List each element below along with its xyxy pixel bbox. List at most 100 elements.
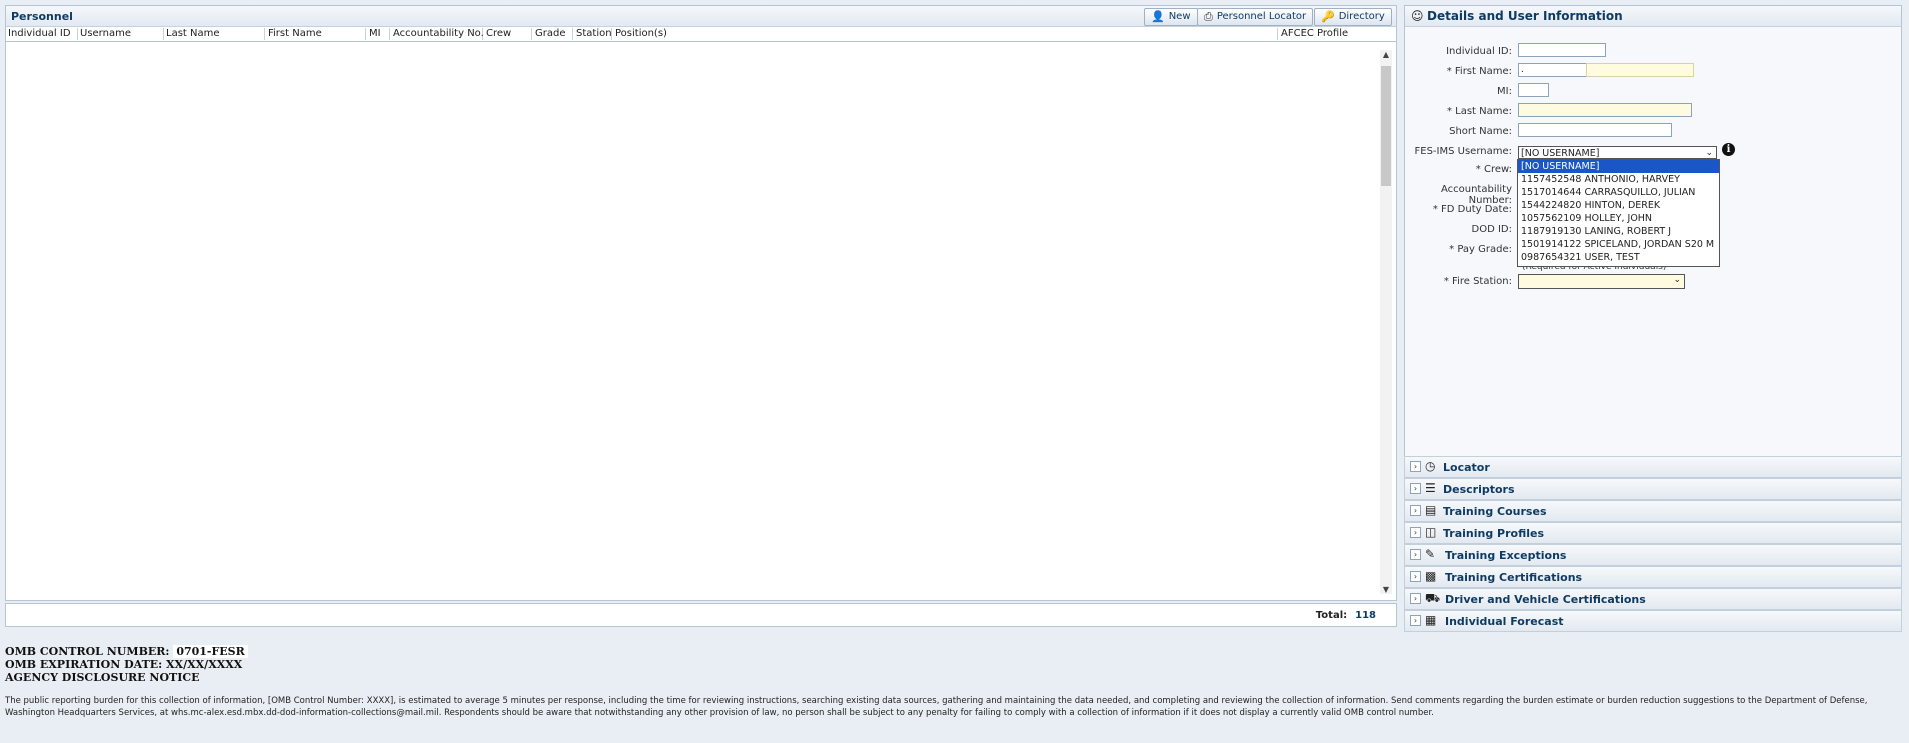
details-header[interactable]: ☺ Details and User Information [1405,6,1901,27]
locator-icon: ◷ [1425,459,1436,473]
first-name-extra[interactable] [1586,63,1694,77]
omb-control-value: 0701-FESR [173,645,248,658]
expand-icon[interactable]: › [1410,549,1421,560]
column-last-name[interactable]: Last Name [164,28,265,40]
username-option[interactable]: 1157452548 ANTHONIO, HARVEY [1518,173,1719,186]
omb-block: OMB CONTROL NUMBER: 0701-FESR OMB EXPIRA… [5,645,248,684]
omb-notice-title: AGENCY DISCLOSURE NOTICE [5,671,200,684]
column-crew[interactable]: Crew [484,28,532,40]
expand-icon[interactable]: › [1410,571,1421,582]
section-locator[interactable]: › ◷ Locator [1404,456,1902,478]
certificate-icon: ▩ [1425,569,1437,583]
directory-button[interactable]: 🔑 Directory [1314,8,1392,26]
grid-header: Individual ID Username Last Name First N… [6,27,1396,42]
username-option[interactable]: 1057562109 HOLLEY, JOHN [1518,212,1719,225]
section-individual-forecast[interactable]: › ▦ Individual Forecast [1404,610,1902,632]
short-name-label: Short Name: [1449,126,1512,137]
username-option[interactable]: [NO USERNAME] [1518,160,1719,173]
column-accountability[interactable]: Accountability No. [391,28,484,40]
document-icon: ◫ [1425,525,1437,539]
section-training-certifications[interactable]: › ▩ Training Certifications [1404,566,1902,588]
section-label: Descriptors [1443,483,1515,496]
omb-control-line: OMB CONTROL NUMBER: 0701-FESR [5,645,248,658]
column-afcec-profile[interactable]: AFCEC Profile [1279,28,1376,40]
total-label: Total: [1315,610,1348,621]
directory-label: Directory [1338,11,1385,22]
total-value: 118 [1355,610,1376,621]
column-station[interactable]: Station [574,28,612,40]
vertical-scrollbar[interactable]: ▲ ▼ [1380,50,1392,594]
last-name-input[interactable] [1518,103,1692,117]
dod-id-label: DOD ID: [1471,224,1512,235]
mi-label: MI: [1497,86,1512,97]
column-first-name[interactable]: First Name [266,28,366,40]
last-name-label: * Last Name: [1446,106,1512,117]
expand-icon[interactable]: › [1410,483,1421,494]
short-name-input[interactable] [1518,123,1672,137]
column-individual-id[interactable]: Individual ID [6,28,78,40]
section-training-courses[interactable]: › ▤ Training Courses [1404,500,1902,522]
section-label: Training Exceptions [1445,549,1567,562]
expand-icon[interactable]: › [1410,527,1421,538]
expand-icon[interactable]: › [1410,505,1421,516]
omb-expiration: OMB EXPIRATION DATE: XX/XX/XXXX [5,658,243,671]
personnel-locator-button[interactable]: ⎙ Personnel Locator [1197,8,1314,26]
column-positions[interactable]: Position(s) [613,28,1278,40]
total-count: Total: 118 [1316,610,1376,621]
column-username[interactable]: Username [78,28,164,40]
section-label: Driver and Vehicle Certifications [1445,593,1646,606]
personnel-title: Personnel [11,10,73,23]
new-button-label: New [1168,11,1191,22]
section-label: Training Certifications [1445,571,1583,584]
vehicle-icon: ⛟ [1425,591,1441,605]
person-icon: 👤 [1151,10,1165,23]
username-option[interactable]: 1544224820 HINTON, DEREK [1518,199,1719,212]
username-option[interactable]: 1501914122 SPICELAND, JORDAN S20 M [1518,238,1719,251]
username-options-list: [NO USERNAME] 1157452548 ANTHONIO, HARVE… [1517,159,1720,267]
total-bar: Total: 118 [5,603,1397,627]
section-descriptors[interactable]: › ☰ Descriptors [1404,478,1902,500]
fire-station-select[interactable]: ⌄ [1518,274,1685,289]
individual-id-label: Individual ID: [1446,46,1512,57]
new-button[interactable]: 👤 New [1144,8,1198,26]
section-label: Individual Forecast [1445,615,1564,628]
section-label: Training Courses [1443,505,1547,518]
expand-icon[interactable]: › [1410,461,1421,472]
personnel-locator-label: Personnel Locator [1216,11,1307,22]
section-training-profiles[interactable]: › ◫ Training Profiles [1404,522,1902,544]
personnel-header: Personnel 👤 New ⎙ Personnel Locator 🔑 Di… [6,6,1396,27]
scroll-thumb[interactable] [1381,66,1391,186]
expand-icon[interactable]: › [1410,593,1421,604]
column-grade[interactable]: Grade [533,28,573,40]
username-option[interactable]: 0987654321 USER, TEST [1518,251,1719,264]
info-icon[interactable]: i [1722,143,1735,156]
section-driver-vehicle-certifications[interactable]: › ⛟ Driver and Vehicle Certifications [1404,588,1902,610]
pay-grade-label: * Pay Grade: [1449,244,1512,255]
chevron-down-icon: ⌄ [1673,275,1681,285]
username-label: FES-IMS Username: [1414,146,1512,157]
section-label: Locator [1443,461,1490,474]
personnel-panel: Personnel 👤 New ⎙ Personnel Locator 🔑 Di… [5,5,1397,601]
column-mi[interactable]: MI [367,28,390,40]
username-select[interactable]: [NO USERNAME] ⌄ [1518,146,1717,159]
calendar-icon: ▦ [1425,613,1437,627]
note-icon: ✎ [1425,547,1436,561]
printer-icon: ⎙ [1204,10,1213,23]
fire-station-label: * Fire Station: [1443,276,1512,287]
username-option[interactable]: 1187919130 LANING, ROBERT J [1518,225,1719,238]
section-training-exceptions[interactable]: › ✎ Training Exceptions [1404,544,1902,566]
book-icon: ▤ [1425,503,1437,517]
scroll-down-icon[interactable]: ▼ [1380,585,1392,594]
first-name-label: * First Name: [1446,66,1512,77]
username-option[interactable]: 1517014644 CARRASQUILLO, JULIAN [1518,186,1719,199]
key-icon: 🔑 [1321,10,1335,23]
list-icon: ☰ [1425,481,1436,495]
individual-id-input[interactable] [1518,43,1606,57]
accountability-label: Accountability Number: [1440,184,1512,206]
omb-notice-text: The public reporting burden for this col… [5,696,1868,718]
section-label: Training Profiles [1443,527,1545,540]
expand-icon[interactable]: › [1410,615,1421,626]
scroll-up-icon[interactable]: ▲ [1380,50,1392,59]
mi-input[interactable] [1518,83,1549,97]
first-name-input[interactable]: . [1518,63,1588,77]
